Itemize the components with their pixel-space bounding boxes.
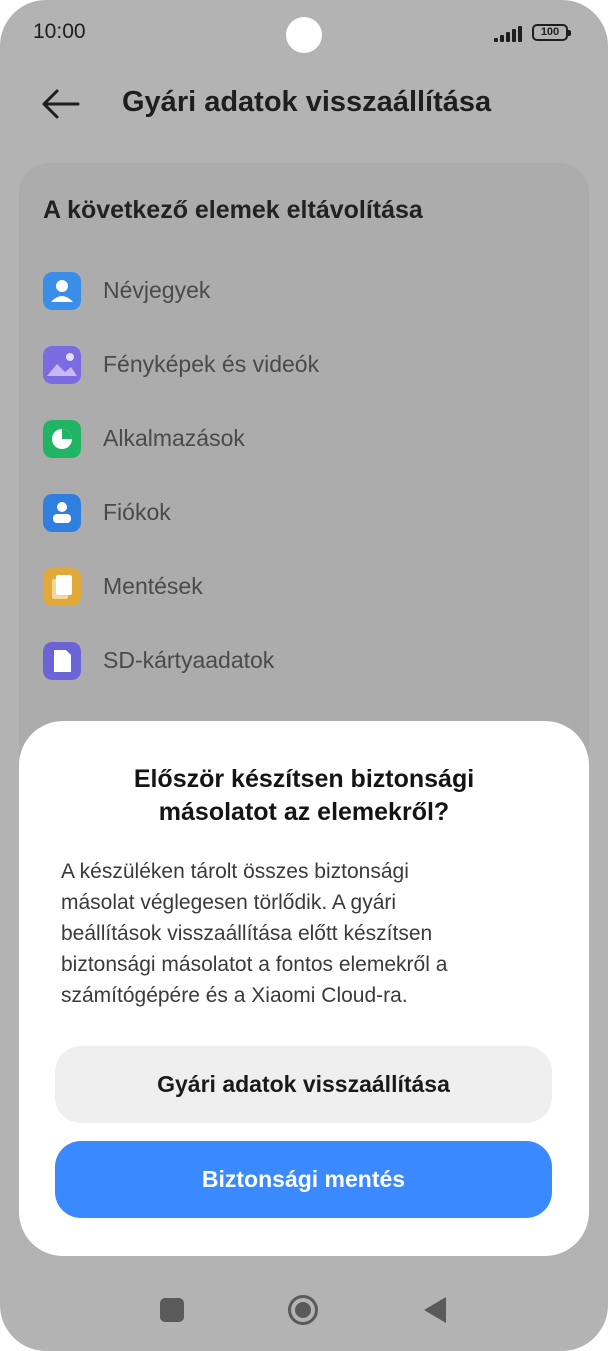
front-camera: [286, 17, 322, 53]
dialog-title: Először készítsen biztonsági másolatot a…: [133, 765, 475, 826]
gallery-icon: [43, 346, 81, 384]
back-arrow-icon[interactable]: [40, 84, 82, 124]
list-item-label: Névjegyek: [103, 277, 211, 303]
list-item-contacts: Névjegyek: [43, 272, 503, 312]
status-bar: 10:00 100: [0, 0, 608, 70]
backup-icon: [43, 568, 81, 606]
status-time: 10:00: [33, 20, 86, 43]
list-item-label: Mentések: [103, 573, 203, 599]
list-item-backups: Mentések: [43, 568, 503, 608]
recents-icon[interactable]: [160, 1298, 184, 1322]
home-icon[interactable]: [287, 1294, 319, 1326]
list-item-label: Fényképek és videók: [103, 351, 320, 377]
list-item-sd-card: SD-kártyaadatok: [43, 642, 503, 682]
signal-icon: [494, 24, 524, 42]
factory-reset-button[interactable]: Gyári adatok visszaállítása: [55, 1046, 552, 1123]
list-item-label: Fiókok: [103, 499, 171, 525]
list-item-label: Alkalmazások: [103, 425, 245, 451]
items-card: [19, 163, 589, 783]
apps-icon: [43, 420, 81, 458]
list-item-apps: Alkalmazások: [43, 420, 503, 460]
account-icon: [43, 494, 81, 532]
backup-dialog: Először készítsen biztonsági másolatot a…: [19, 721, 589, 1256]
list-item-accounts: Fiókok: [43, 494, 503, 534]
list-item-gallery: Fényképek és videók: [43, 346, 503, 386]
battery-icon: 100: [532, 24, 571, 41]
nav-back-icon[interactable]: [424, 1297, 446, 1323]
phone-screen: 10:00 100 Gyári adatok visszaállítása A …: [0, 0, 608, 1351]
dialog-message: A készüléken tárolt összes biztonsági má…: [61, 860, 448, 1007]
contacts-icon: [43, 272, 81, 310]
sd-card-icon: [43, 642, 81, 680]
page-title: Gyári adatok visszaállítása: [122, 86, 492, 118]
list-item-label: SD-kártyaadatok: [103, 647, 275, 673]
section-title: A következő elemek eltávolítása: [43, 196, 423, 224]
backup-button[interactable]: Biztonsági mentés: [55, 1141, 552, 1218]
